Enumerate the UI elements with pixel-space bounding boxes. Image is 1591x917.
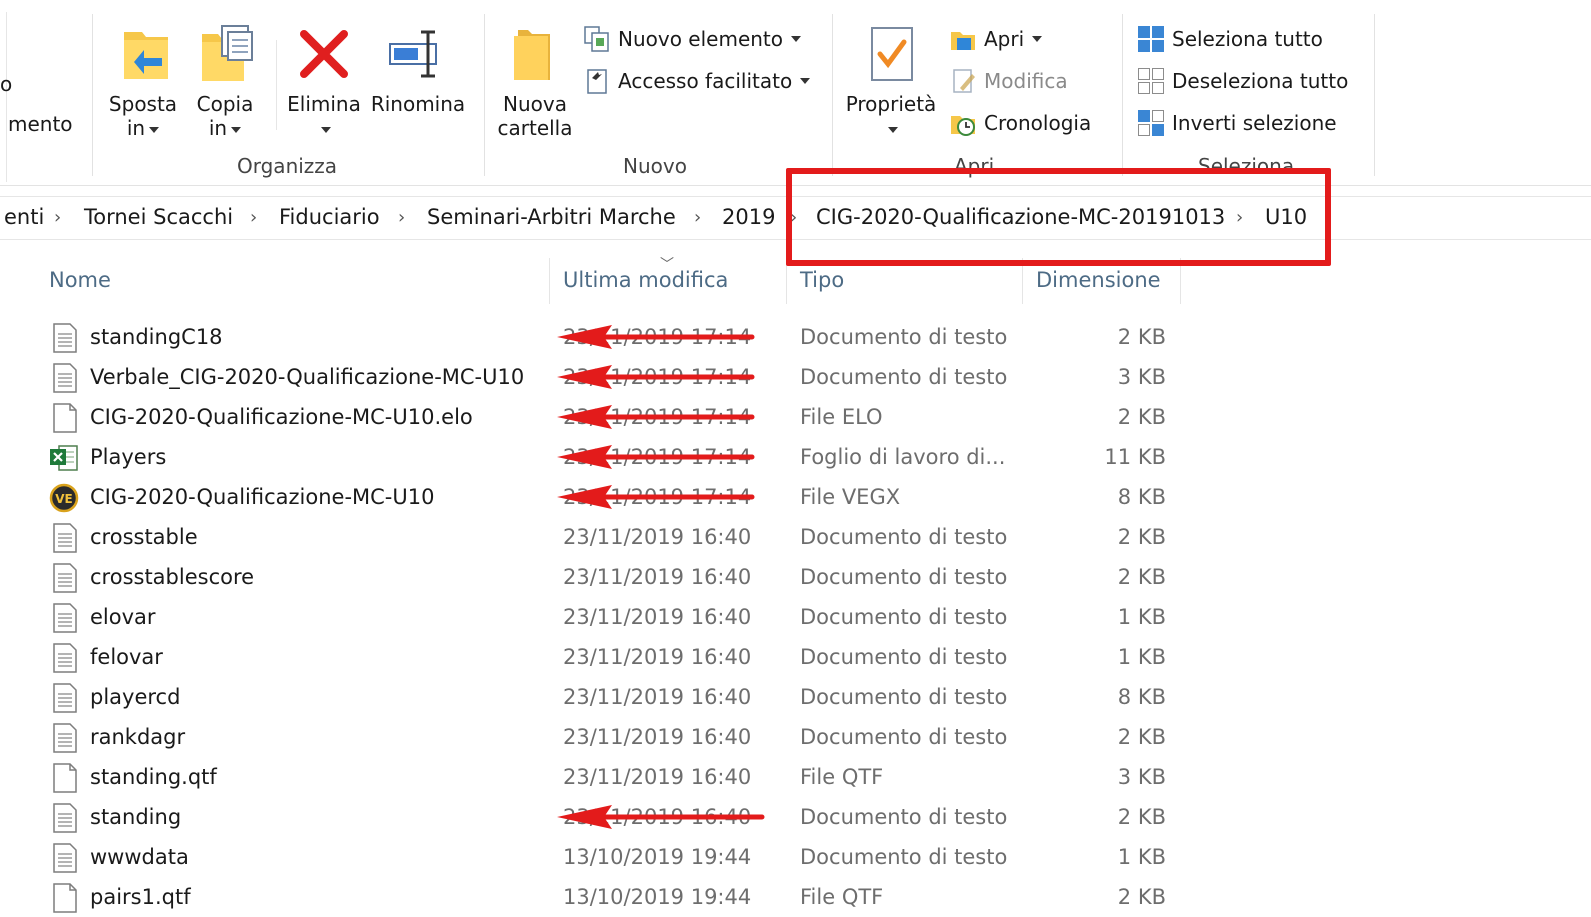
- red-arrow-icon: [557, 485, 755, 509]
- red-arrow-icon: [557, 405, 755, 429]
- annotation-arrows: [557, 325, 765, 829]
- red-arrow-icon: [557, 365, 755, 389]
- red-arrow-icon: [557, 445, 755, 469]
- red-arrow-icon: [557, 805, 765, 829]
- red-arrow-icon: [557, 325, 755, 349]
